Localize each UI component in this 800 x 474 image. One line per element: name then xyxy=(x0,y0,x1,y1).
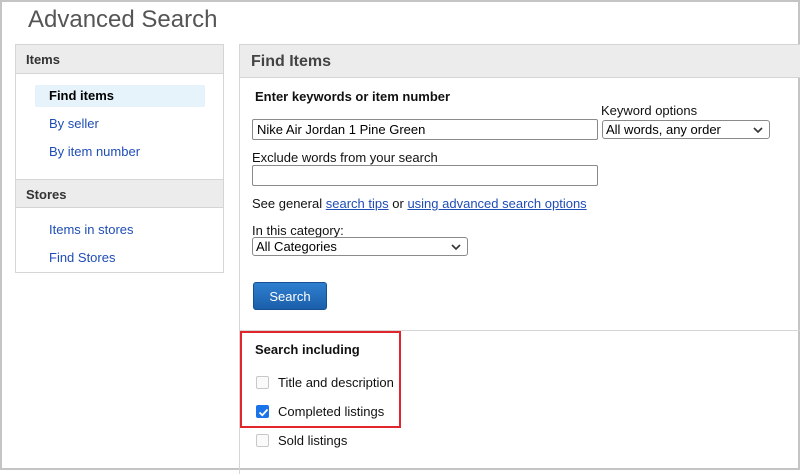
keyword-options-label: Keyword options xyxy=(601,103,698,118)
sidebar-group-items: Find items By seller By item number xyxy=(16,74,223,179)
sidebar-item-by-seller[interactable]: By seller xyxy=(35,113,205,135)
category-value: All Categories xyxy=(256,239,337,254)
sold-listings-checkbox[interactable] xyxy=(256,433,269,447)
category-label: In this category: xyxy=(252,223,344,238)
exclude-label: Exclude words from your search xyxy=(252,150,438,165)
sidebar-item-find-stores[interactable]: Find Stores xyxy=(35,247,205,269)
keywords-label: Enter keywords or item number xyxy=(255,89,451,104)
sidebar-item-find-items[interactable]: Find items xyxy=(35,85,205,107)
category-select[interactable]: All Categories xyxy=(252,237,468,256)
sidebar-heading-items: Items xyxy=(16,45,223,74)
chevron-down-icon xyxy=(753,127,763,134)
sold-listings-label: Sold listings xyxy=(278,432,348,448)
tips-prefix: See general xyxy=(252,196,323,211)
sidebar-item-items-in-stores[interactable]: Items in stores xyxy=(35,219,205,241)
advanced-search-options-link[interactable]: using advanced search options xyxy=(407,196,586,211)
sidebar-heading-stores: Stores xyxy=(16,179,223,208)
keywords-input[interactable] xyxy=(252,119,598,140)
highlight-box xyxy=(240,331,401,428)
keyword-options-value: All words, any order xyxy=(606,122,721,137)
sold-listings-option[interactable]: Sold listings xyxy=(256,431,347,449)
tips-middle: or xyxy=(392,196,404,211)
exclude-input[interactable] xyxy=(252,165,598,186)
sidebar-group-stores: Items in stores Find Stores xyxy=(16,208,223,285)
page-title: Advanced Search xyxy=(28,6,218,33)
sidebar-item-by-item-number[interactable]: By item number xyxy=(35,141,205,163)
sidebar: Items Find items By seller By item numbe… xyxy=(15,44,224,273)
search-button[interactable]: Search xyxy=(253,282,327,310)
chevron-down-icon xyxy=(451,244,461,251)
search-tips-link[interactable]: search tips xyxy=(326,196,389,211)
search-tips-line: See general search tips or using advance… xyxy=(252,196,587,211)
panel-heading: Find Items xyxy=(240,45,800,78)
keyword-options-select[interactable]: All words, any order xyxy=(602,120,770,139)
